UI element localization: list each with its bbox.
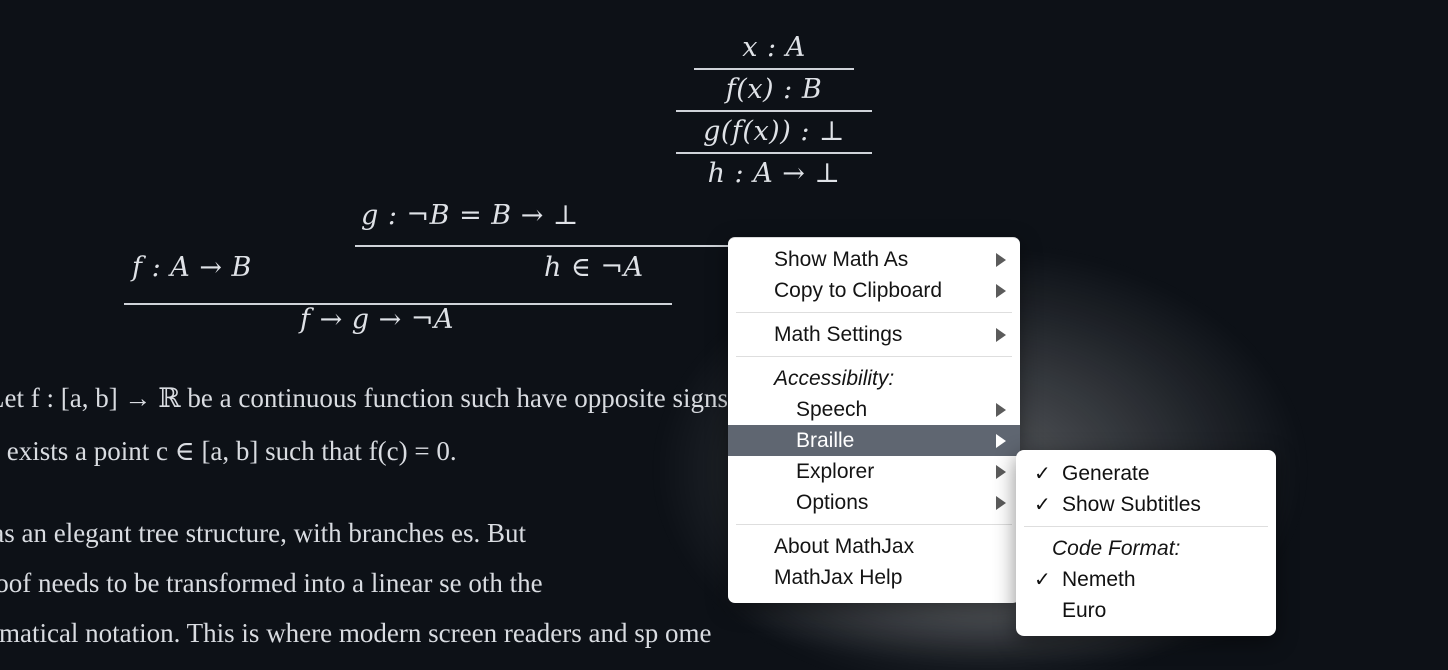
inference-line	[694, 68, 854, 70]
submenu-arrow-icon	[996, 283, 1006, 298]
menu-separator	[736, 524, 1012, 525]
submenu-arrow-icon	[996, 433, 1006, 448]
submenu-item-generate[interactable]: ✓ Generate	[1016, 458, 1276, 489]
submenu-arrow-icon	[996, 402, 1006, 417]
submenu-arrow-icon	[996, 464, 1006, 479]
submenu-item-nemeth[interactable]: ✓ Nemeth	[1016, 564, 1276, 595]
menu-item-label: MathJax Help	[774, 565, 903, 589]
checkmark-icon: ✓	[1034, 568, 1051, 591]
menu-item-copy-to-clipboard[interactable]: Copy to Clipboard	[728, 275, 1020, 306]
menu-item-label: Options	[796, 490, 869, 514]
menu-item-label: About MathJax	[774, 534, 915, 558]
proof-node-h-in-nega: h ∈ ¬A	[544, 252, 644, 283]
proof-node-gfx-bot: g(f(x)) : ⊥	[703, 116, 845, 147]
submenu-item-label: Euro	[1062, 598, 1107, 622]
submenu-arrow-icon	[996, 327, 1006, 342]
proof-node-conclusion: f → g → ¬A	[300, 304, 454, 335]
inference-line	[676, 152, 872, 154]
inference-line	[676, 110, 872, 112]
menu-item-label: Show Math As	[774, 247, 909, 271]
menu-item-math-settings[interactable]: Math Settings	[728, 319, 1020, 350]
checkmark-icon: ✓	[1034, 462, 1051, 485]
menu-item-label: Speech	[796, 397, 868, 421]
menu-item-show-math-as[interactable]: Show Math As	[728, 244, 1020, 275]
proof-node-g-negb: g : ¬B = B → ⊥	[361, 200, 579, 231]
proof-node-x-a: x : A	[742, 32, 806, 63]
menu-section-header-accessibility: Accessibility:	[774, 366, 895, 390]
submenu-arrow-icon	[996, 495, 1006, 510]
menu-separator	[736, 356, 1012, 357]
menu-item-label: Copy to Clipboard	[774, 278, 943, 302]
menu-item-explorer[interactable]: Explorer	[728, 456, 1020, 487]
proof-node-f-a-b: f : A → B	[132, 252, 252, 283]
submenu-section-header-code-format: Code Format:	[1052, 536, 1181, 560]
submenu-item-show-subtitles[interactable]: ✓ Show Subtitles	[1016, 489, 1276, 520]
menu-separator	[736, 312, 1012, 313]
menu-item-about-mathjax[interactable]: About MathJax	[728, 531, 1020, 562]
submenu-item-label: Generate	[1062, 461, 1150, 485]
menu-item-mathjax-help[interactable]: MathJax Help	[728, 562, 1020, 593]
submenu-item-euro[interactable]: Euro	[1016, 595, 1276, 626]
braille-submenu[interactable]: ✓ Generate ✓ Show Subtitles Code Format:…	[1016, 450, 1276, 636]
checkmark-icon: ✓	[1034, 493, 1051, 516]
proof-node-fx-b: f(x) : B	[725, 74, 823, 105]
menu-item-label: Math Settings	[774, 322, 903, 346]
menu-item-label: Explorer	[796, 459, 875, 483]
menu-item-speech[interactable]: Speech	[728, 394, 1020, 425]
menu-item-label: Braille	[796, 428, 855, 452]
submenu-arrow-icon	[996, 252, 1006, 267]
mathjax-context-menu[interactable]: Show Math As Copy to Clipboard Math Sett…	[728, 237, 1020, 603]
submenu-separator	[1024, 526, 1268, 527]
proof-tree-right-branch: x : A f(x) : B g(f(x)) : ⊥ h : A → ⊥	[676, 32, 872, 189]
checkmark-icon-empty	[1034, 601, 1062, 621]
paragraph-line: Let f : [a, b] → ℝ be a continuous funct…	[0, 383, 784, 413]
proof-node-h-a-bot: h : A → ⊥	[707, 158, 841, 189]
submenu-item-label: Show Subtitles	[1062, 492, 1201, 516]
submenu-item-label: Nemeth	[1062, 567, 1136, 591]
menu-item-braille[interactable]: Braille	[728, 425, 1020, 456]
menu-item-options[interactable]: Options	[728, 487, 1020, 518]
